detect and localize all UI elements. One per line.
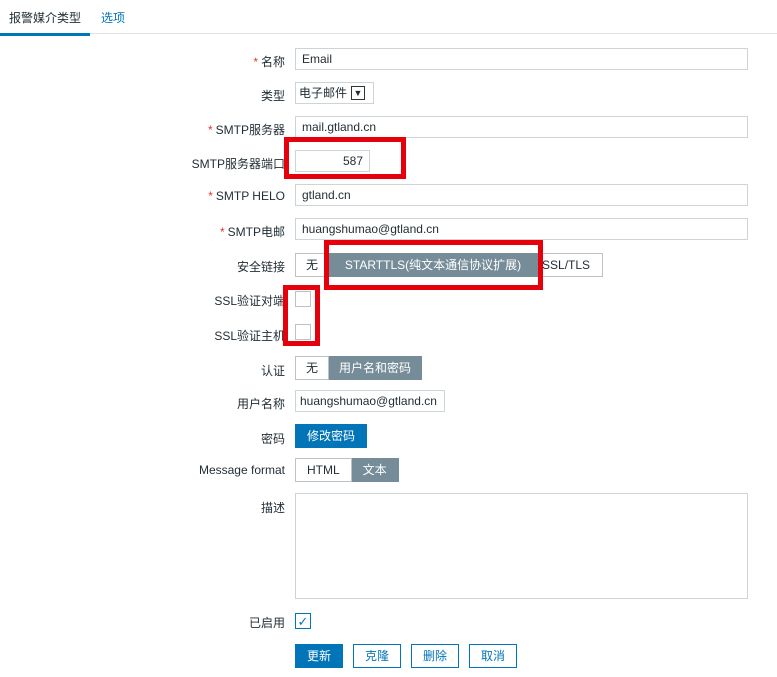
auth-label: 认证 (260, 364, 285, 378)
update-button[interactable]: 更新 (295, 644, 343, 668)
tab-options[interactable]: 选项 (101, 9, 125, 26)
auth-segmented-control: 无 用户名和密码 (295, 356, 423, 380)
security-segmented-control: 无 STARTTLS(纯文本通信协议扩展) SSL/TLS (295, 253, 604, 277)
smtp-server-label: * SMTP服务器 (207, 123, 285, 137)
description-label: 描述 (260, 501, 285, 515)
ssl-verify-peer-checkbox[interactable] (295, 291, 311, 307)
description-textarea[interactable] (295, 493, 748, 599)
ssl-verify-host-label: SSL验证主机 (214, 329, 285, 343)
change-password-button[interactable]: 修改密码 (295, 424, 367, 448)
ssl-verify-peer-label: SSL验证对端 (214, 294, 285, 308)
message-format-option-html[interactable]: HTML (295, 458, 352, 482)
message-format-segmented-control: HTML 文本 (295, 458, 399, 482)
tab-options-label: 选项 (101, 11, 126, 25)
enabled-label: 已启用 (248, 616, 285, 630)
tab-bar: 报警媒介类型 选项 (0, 0, 777, 36)
smtp-port-input[interactable]: 587 (295, 150, 370, 172)
security-label: 安全链接 (236, 260, 285, 274)
type-label: 类型 (260, 89, 285, 103)
checkmark-icon: ✓ (297, 613, 309, 629)
security-option-starttls[interactable]: STARTTLS(纯文本通信协议扩展) (329, 253, 539, 277)
clone-button[interactable]: 克隆 (353, 644, 401, 668)
security-option-none[interactable]: 无 (295, 253, 330, 277)
chevron-down-icon: ▼ (351, 86, 366, 100)
smtp-port-label: SMTP服务器端口 (191, 157, 285, 171)
tab-media-type[interactable]: 报警媒介类型 (0, 9, 90, 36)
auth-option-username-password[interactable]: 用户名和密码 (329, 356, 423, 380)
username-input[interactable]: huangshumao@gtland.cn (295, 390, 445, 412)
auth-option-none[interactable]: 无 (295, 356, 330, 380)
type-select-value: 电子邮件 (299, 86, 348, 100)
security-option-ssl-tls[interactable]: SSL/TLS (538, 253, 604, 277)
password-label: 密码 (260, 432, 285, 446)
message-format-label: Message format (198, 463, 285, 477)
type-select[interactable]: 电子邮件 ▼ (295, 82, 374, 104)
smtp-helo-label: * SMTP HELO (208, 189, 285, 203)
username-label: 用户名称 (236, 397, 285, 411)
message-format-option-text[interactable]: 文本 (351, 458, 399, 482)
tab-media-type-label: 报警媒介类型 (8, 11, 81, 25)
cancel-button[interactable]: 取消 (469, 644, 517, 668)
smtp-helo-input[interactable]: gtland.cn (295, 184, 748, 206)
smtp-email-label: * SMTP电邮 (219, 225, 285, 239)
name-input[interactable]: Email (295, 48, 748, 70)
name-label: * 名称 (253, 55, 285, 69)
smtp-server-input[interactable]: mail.gtland.cn (295, 116, 748, 138)
ssl-verify-host-checkbox[interactable] (295, 324, 311, 340)
enabled-checkbox[interactable]: ✓ (295, 613, 311, 629)
smtp-email-input[interactable]: huangshumao@gtland.cn (295, 218, 748, 240)
delete-button[interactable]: 删除 (411, 644, 459, 668)
